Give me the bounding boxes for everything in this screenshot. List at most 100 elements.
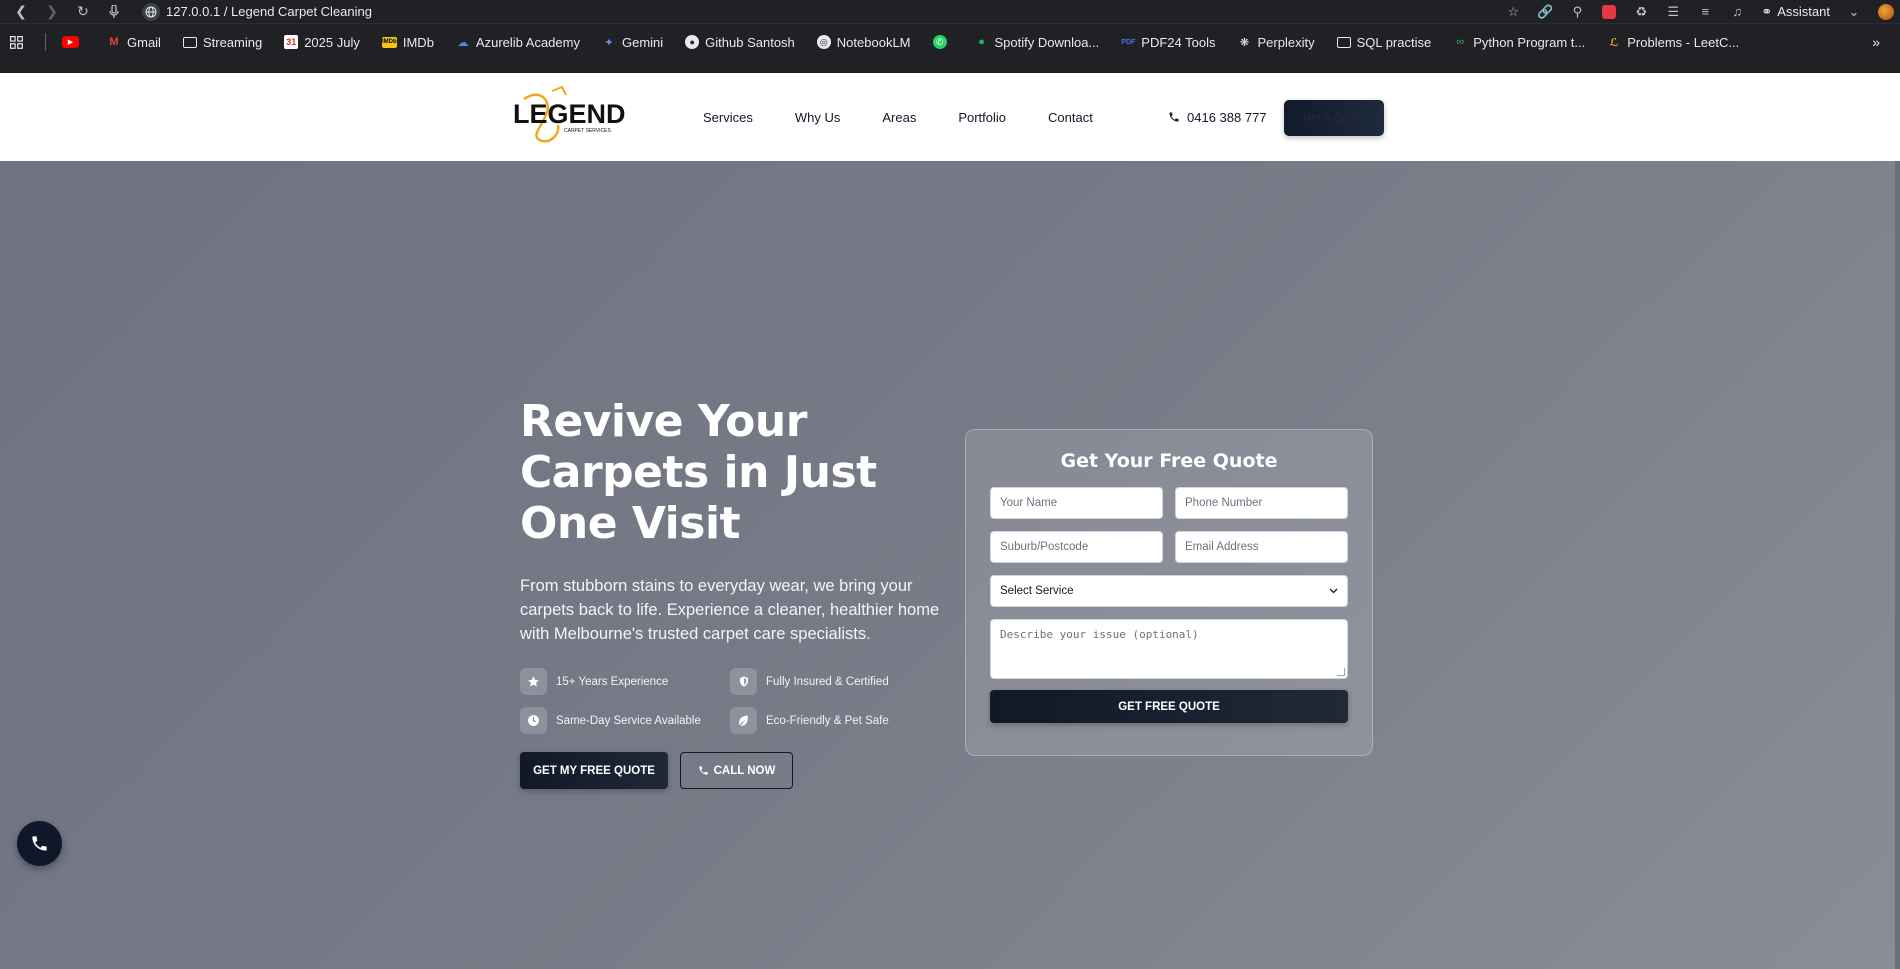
bookmark-label: Spotify Downloa...	[994, 34, 1100, 50]
microphone-icon[interactable]	[103, 1, 125, 23]
url-text[interactable]: 127.0.0.1 / Legend Carpet Cleaning	[166, 4, 372, 19]
phone-icon	[698, 766, 708, 775]
more-bookmarks-icon[interactable]: »	[1872, 34, 1880, 50]
tab-search-icon[interactable]: ≡	[1697, 4, 1713, 20]
bookmark-label: Github Santosh	[705, 34, 795, 50]
legend-logo[interactable]: LEGEND CARPET SERVICES	[512, 85, 634, 145]
back-icon[interactable]: ❮	[10, 1, 32, 23]
notebooklm-icon: ◎	[816, 35, 831, 49]
bookmark-label: Problems - LeetC...	[1627, 34, 1740, 50]
reading-list-icon[interactable]: ☰	[1665, 4, 1681, 20]
nav-portfolio[interactable]: Portfolio	[958, 110, 1006, 125]
bookmark-label: Streaming	[202, 34, 263, 50]
service-select-value: Select Service	[1000, 585, 1074, 597]
assistant-button[interactable]: ⚭ Assistant	[1761, 4, 1830, 20]
phone-input[interactable]: Phone Number	[1175, 487, 1348, 519]
suburb-input[interactable]: Suburb/Postcode	[990, 531, 1163, 563]
page-scrollbar[interactable]	[1895, 161, 1900, 969]
cloud-icon: ☁	[457, 36, 469, 49]
shield-icon	[730, 668, 757, 695]
issue-textarea[interactable]: Describe your issue (optional)	[990, 619, 1348, 679]
site-header: LEGEND CARPET SERVICES Services Why Us A…	[0, 73, 1900, 161]
service-select[interactable]: Select Service	[990, 575, 1348, 607]
puzzle-icon[interactable]: ♻	[1633, 4, 1649, 20]
nav-contact[interactable]: Contact	[1048, 110, 1093, 125]
lens-icon[interactable]: ⚲	[1569, 4, 1585, 20]
nav-why-us[interactable]: Why Us	[795, 110, 841, 125]
bookmark-spotify[interactable]: ● Spotify Downloa...	[975, 34, 1100, 50]
header-phone-link[interactable]: 0416 388 777	[1168, 73, 1267, 161]
link-icon[interactable]: 🔗	[1537, 4, 1553, 20]
bookmark-azurelib[interactable]: ☁ Azurelib Academy	[456, 35, 580, 50]
bookmark-imdb[interactable]: IMDb IMDb	[381, 35, 434, 50]
bookmark-star-icon[interactable]: ☆	[1505, 4, 1521, 20]
bookmark-youtube[interactable]: ▶	[62, 36, 85, 48]
bookmark-whatsapp[interactable]: ✆	[932, 35, 953, 49]
pdf24-icon: PDF	[1121, 38, 1136, 46]
folder-icon	[1336, 36, 1351, 48]
gemini-icon: ✦	[604, 36, 614, 49]
get-my-free-quote-button[interactable]: GET MY FREE QUOTE	[520, 752, 668, 789]
bookmark-perplexity[interactable]: ❋ Perplexity	[1237, 35, 1315, 50]
bookmark-label: Gemini	[621, 34, 664, 50]
call-now-label: CALL NOW	[713, 764, 776, 777]
email-input[interactable]: Email Address	[1175, 531, 1348, 563]
hero-content: Revive Your Carpets in Just One Visit Fr…	[520, 396, 940, 789]
imdb-icon: IMDb	[381, 36, 397, 48]
audio-icon[interactable]: ♫	[1729, 4, 1745, 20]
bookmark-pdf24[interactable]: PDF PDF24 Tools	[1121, 35, 1215, 50]
gmail-icon: M	[109, 36, 119, 48]
assistant-label: Assistant	[1777, 4, 1830, 19]
floating-call-button[interactable]	[17, 821, 62, 866]
logo-wordmark: LEGEND	[513, 99, 626, 129]
logo-subtext: CARPET SERVICES	[564, 128, 611, 134]
feature-item: Same-Day Service Available	[520, 707, 730, 734]
bookmark-label: Azurelib Academy	[475, 34, 580, 50]
get-free-quote-button[interactable]: GET FREE QUOTE	[990, 690, 1348, 723]
resize-handle-icon[interactable]	[1337, 668, 1345, 676]
leaf-icon	[730, 707, 757, 734]
name-input[interactable]: Your Name	[990, 487, 1163, 519]
bookmark-leetcode[interactable]: ℒ Problems - LeetC...	[1607, 34, 1740, 50]
bookmark-github[interactable]: ● Github Santosh	[685, 35, 795, 50]
hero-title-line: Revive Your	[520, 396, 807, 447]
nav-services[interactable]: Services	[703, 110, 753, 125]
perplexity-icon: ❋	[1239, 36, 1250, 49]
bookmark-label: Python Program t...	[1473, 34, 1586, 50]
feature-list: 15+ Years Experience Fully Insured & Cer…	[520, 668, 940, 734]
apps-grid-icon[interactable]	[10, 35, 23, 49]
youtube-icon: ▶	[62, 36, 79, 48]
feature-label: Fully Insured & Certified	[766, 675, 889, 688]
address-bar[interactable]: 127.0.0.1 / Legend Carpet Cleaning	[142, 2, 372, 21]
leetcode-icon: ℒ	[1609, 36, 1619, 49]
browser-toolbar: ❮ ❯ ↻ 127.0.0.1 / Legend Carpet Cleaning…	[0, 0, 1900, 23]
hero-buttons: GET MY FREE QUOTE CALL NOW	[520, 752, 940, 789]
phone-icon	[32, 836, 47, 851]
bookmark-sql-practise[interactable]: SQL practise	[1336, 34, 1432, 50]
issue-textarea-placeholder: Describe your issue (optional)	[1000, 628, 1199, 641]
bookmark-2025-july[interactable]: 31 2025 July	[284, 35, 360, 50]
bookmark-label: PDF24 Tools	[1141, 34, 1216, 50]
bookmark-python[interactable]: ∞ Python Program t...	[1453, 35, 1585, 50]
nav-areas[interactable]: Areas	[882, 110, 916, 125]
extension-red-icon[interactable]	[1601, 4, 1617, 20]
bookmark-gmail[interactable]: M Gmail	[107, 35, 161, 50]
bookmark-gemini[interactable]: ✦ Gemini	[602, 35, 663, 50]
reload-icon[interactable]: ↻	[72, 1, 94, 23]
bookmark-notebooklm[interactable]: ◎ NotebookLM	[816, 34, 911, 50]
feature-label: Same-Day Service Available	[556, 714, 701, 727]
bookmark-label: SQL practise	[1356, 34, 1432, 50]
chevron-down-icon[interactable]: ⌄	[1846, 4, 1862, 20]
bookmark-label: NotebookLM	[836, 34, 911, 50]
bookmark-streaming[interactable]: Streaming	[182, 34, 263, 50]
assistant-icon: ⚭	[1761, 3, 1773, 19]
quote-form-card: Get Your Free Quote Your Name Phone Numb…	[965, 429, 1373, 756]
call-now-button[interactable]: CALL NOW	[680, 752, 793, 789]
hero-title-line: One Visit	[520, 498, 741, 549]
clock-icon	[520, 707, 547, 734]
hero-title: Revive Your Carpets in Just One Visit	[520, 396, 940, 549]
forward-icon[interactable]: ❯	[41, 1, 63, 23]
github-icon: ●	[685, 35, 700, 49]
profile-avatar[interactable]	[1878, 3, 1894, 20]
header-quote-button[interactable]: Get a Quote	[1284, 100, 1384, 136]
